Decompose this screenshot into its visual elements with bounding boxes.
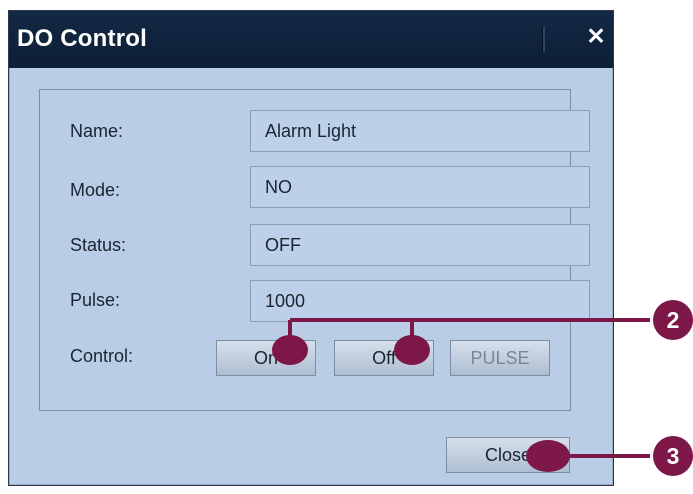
close-button[interactable]: Close (446, 437, 570, 473)
status-field[interactable]: OFF (250, 224, 590, 266)
title-bar: DO Control ✕ (9, 11, 613, 68)
title-bar-separator (542, 26, 545, 52)
mode-field[interactable]: NO (250, 166, 590, 208)
off-button[interactable]: Off (334, 340, 434, 376)
pulse-button[interactable]: PULSE (450, 340, 550, 376)
status-label: Status: (70, 235, 127, 255)
pulse-field[interactable]: 1000 (250, 280, 590, 322)
close-icon[interactable]: ✕ (583, 21, 609, 51)
control-label: Control: (70, 346, 134, 366)
name-label: Name: (70, 121, 124, 141)
mode-label: Mode: (70, 180, 121, 200)
control-group-box: Name: Alarm Light Mode: NO Status: OFF P… (39, 89, 590, 411)
do-control-dialog: DO Control ✕ Name: Alarm Light Mode: NO … (8, 10, 614, 486)
pulse-label: Pulse: (70, 290, 121, 310)
callout-badge-2: 2 (653, 300, 693, 340)
dialog-title: DO Control (17, 25, 147, 52)
callout-badge-3: 3 (653, 436, 693, 476)
name-field[interactable]: Alarm Light (250, 110, 590, 152)
on-button[interactable]: On (216, 340, 316, 376)
